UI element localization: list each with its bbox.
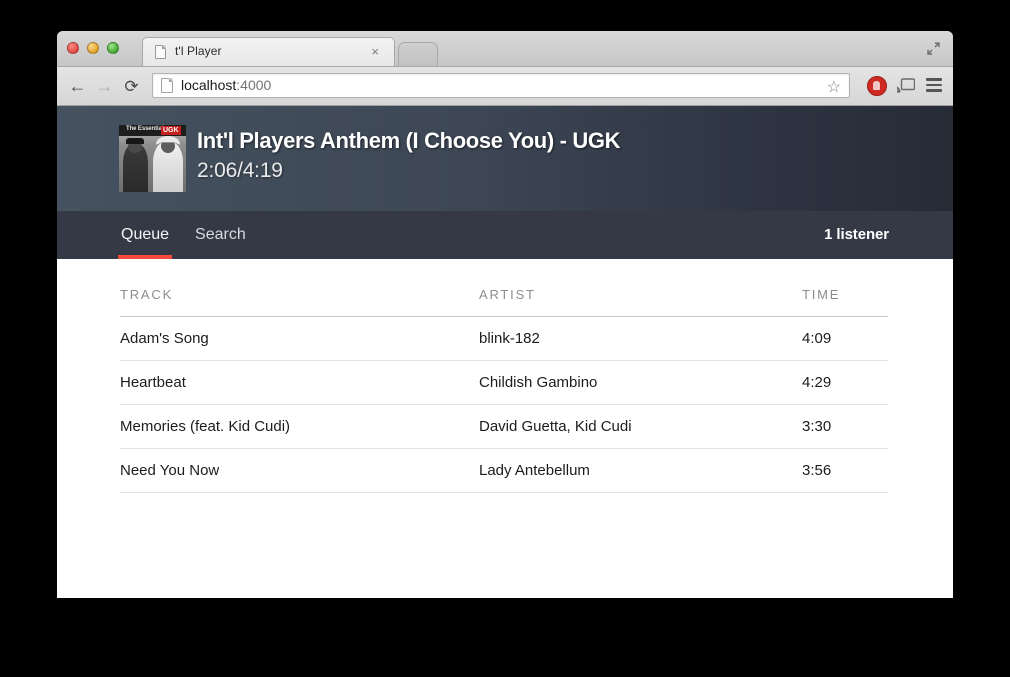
queue-table: TRACK ARTIST TIME Adam's Song blink-182 … [120, 287, 888, 493]
window-maximize-button[interactable] [107, 42, 119, 54]
tab-search[interactable]: Search [193, 211, 248, 259]
table-row[interactable]: Memories (feat. Kid Cudi) David Guetta, … [120, 404, 888, 449]
fullscreen-icon[interactable] [926, 41, 941, 56]
album-art: The Essential UGK [119, 125, 186, 192]
adblock-icon[interactable] [867, 76, 887, 96]
column-header-track: TRACK [120, 287, 479, 317]
queue-table-body: Adam's Song blink-182 4:09 Heartbeat Chi… [120, 316, 888, 493]
page-body: The Essential UGK Int'l Players Anthem (… [57, 106, 953, 598]
cell-track: Memories (feat. Kid Cudi) [120, 404, 479, 449]
document-icon [155, 45, 166, 59]
browser-window: t'l Player × ← → ⟳ localhost:4000 ☆ The … [57, 31, 953, 598]
url-host: localhost [181, 77, 237, 93]
window-minimize-button[interactable] [87, 42, 99, 54]
app-navbar: Queue Search 1 listener [57, 211, 953, 259]
now-playing-title: Int'l Players Anthem (I Choose You) - UG… [197, 128, 621, 153]
column-header-artist: ARTIST [479, 287, 802, 317]
forward-button[interactable]: → [94, 76, 115, 97]
back-button[interactable]: ← [67, 76, 88, 97]
column-header-time: TIME [802, 287, 888, 317]
cell-track: Adam's Song [120, 316, 479, 361]
browser-toolbar: ← → ⟳ localhost:4000 ☆ [57, 67, 953, 106]
window-controls [67, 42, 119, 54]
cell-artist: David Guetta, Kid Cudi [479, 404, 802, 449]
url-port: :4000 [236, 77, 272, 93]
cell-artist: Lady Antebellum [479, 448, 802, 493]
page-icon [161, 78, 173, 93]
table-row[interactable]: Adam's Song blink-182 4:09 [120, 316, 888, 361]
new-tab-button[interactable] [398, 42, 438, 66]
cell-track: Heartbeat [120, 360, 479, 405]
cell-time: 4:09 [802, 316, 888, 361]
queue-content: TRACK ARTIST TIME Adam's Song blink-182 … [57, 259, 953, 598]
cell-time: 4:29 [802, 360, 888, 405]
address-bar-url: localhost:4000 [181, 77, 271, 93]
browser-titlebar: t'l Player × [57, 31, 953, 67]
table-row[interactable]: Need You Now Lady Antebellum 3:56 [120, 448, 888, 493]
album-art-title: The Essential [126, 126, 164, 132]
bookmark-star-icon[interactable]: ☆ [827, 77, 841, 97]
queue-table-header-row: TRACK ARTIST TIME [120, 287, 888, 317]
cell-time: 3:30 [802, 404, 888, 449]
cell-time: 3:56 [802, 448, 888, 493]
close-icon[interactable]: × [371, 44, 379, 59]
browser-tab-title: t'l Player [175, 44, 222, 58]
cell-track: Need You Now [120, 448, 479, 493]
browser-tab[interactable]: t'l Player × [142, 37, 395, 66]
tab-queue[interactable]: Queue [117, 211, 173, 259]
address-bar[interactable]: localhost:4000 ☆ [152, 73, 850, 98]
listener-count: 1 listener [824, 226, 889, 243]
album-art-figure-left-cap [126, 138, 144, 144]
cell-artist: Childish Gambino [479, 360, 802, 405]
queue-table-head: TRACK ARTIST TIME [120, 287, 888, 317]
now-playing-header: The Essential UGK Int'l Players Anthem (… [57, 106, 953, 211]
hamburger-menu-icon[interactable] [926, 78, 942, 92]
window-close-button[interactable] [67, 42, 79, 54]
cast-icon[interactable] [897, 78, 915, 93]
album-art-artist: UGK [161, 126, 181, 135]
nav-tab-list: Queue Search [117, 211, 248, 259]
playback-time: 2:06/4:19 [197, 159, 283, 182]
table-row[interactable]: Heartbeat Childish Gambino 4:29 [120, 360, 888, 405]
cell-artist: blink-182 [479, 316, 802, 361]
reload-button[interactable]: ⟳ [121, 76, 142, 97]
